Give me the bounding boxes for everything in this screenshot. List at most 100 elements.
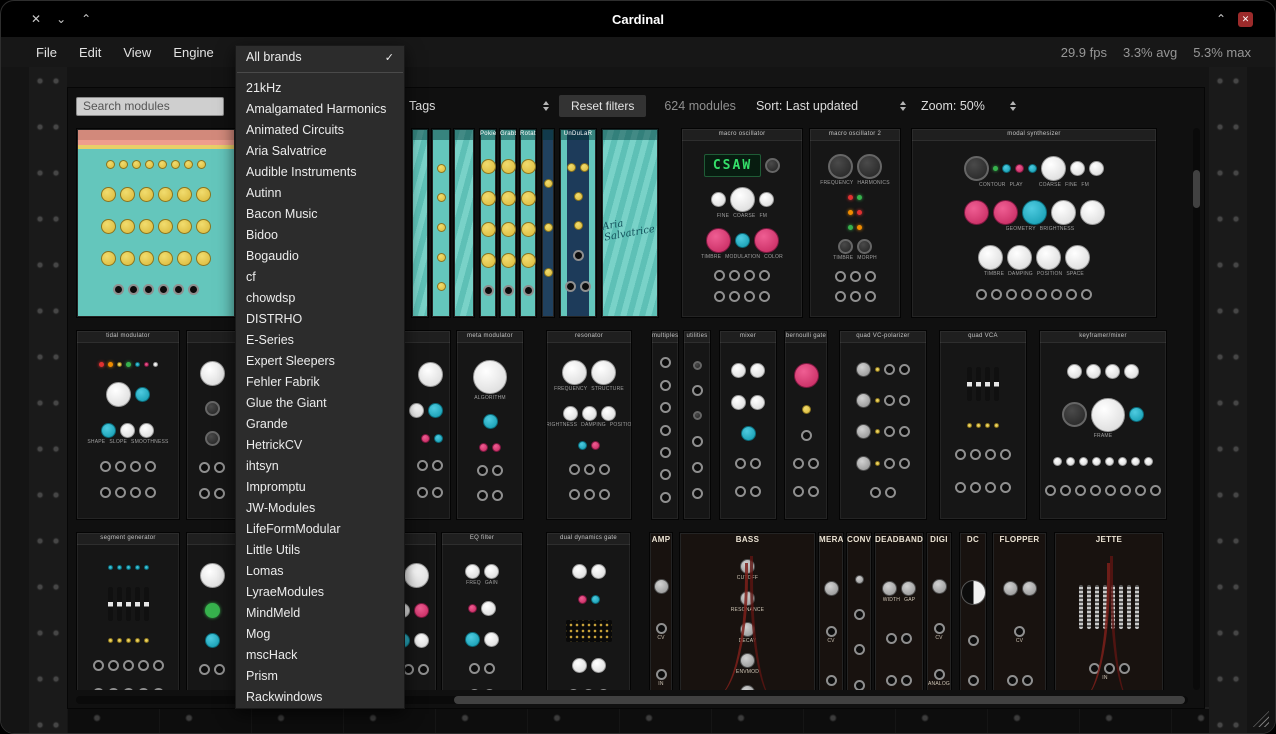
module-segment-generator[interactable]: segment generator (76, 532, 180, 690)
brand-menu-item-jw-modules[interactable]: JW-Modules (236, 497, 404, 518)
brand-menu-item-cf[interactable]: cf (236, 266, 404, 287)
brand-menu-item-hetrickcv[interactable]: HetrickCV (236, 434, 404, 455)
brand-menu-item-lifeformmodular[interactable]: LifeFormModular (236, 518, 404, 539)
led-icon (135, 362, 140, 367)
brand-menu-item-animated-circuits[interactable]: Animated Circuits (236, 119, 404, 140)
updown-arrows-icon (543, 101, 549, 111)
brand-menu-item-all-brands[interactable]: All brands✓ (236, 46, 404, 68)
module-dual-dynamics-gate[interactable]: dual dynamics gate (546, 532, 631, 690)
brand-label: Expert Sleepers (246, 354, 335, 368)
module-amp[interactable]: AMPCVIN (649, 532, 673, 690)
brand-menu-item-lyraemodules[interactable]: LyraeModules (236, 581, 404, 602)
brand-menu-item-little-utils[interactable]: Little Utils (236, 539, 404, 560)
module-keyframer-mixer[interactable]: keyframer/mixerFRAME (1039, 330, 1167, 520)
module-modal-synthesizer[interactable]: modal synthesizerCONTOURPLAYCOARSEFINEFM… (911, 128, 1157, 318)
sort-select[interactable]: Sort: Last updated (756, 99, 906, 113)
module-conv[interactable]: CONV (846, 532, 872, 690)
module-panel[interactable] (76, 128, 236, 318)
brand-menu-item-fehler-fabrik[interactable]: Fehler Fabrik (236, 371, 404, 392)
brand-menu-item-prism[interactable]: Prism (236, 665, 404, 686)
module-panel[interactable] (186, 330, 238, 520)
module-utilities[interactable]: utilities (683, 330, 711, 520)
knob-icon (158, 219, 173, 234)
module-mixer[interactable]: mixer (719, 330, 777, 520)
port-icon (850, 271, 861, 282)
knob-icon (205, 401, 220, 416)
module-tidal-modulator[interactable]: tidal modulatorSHAPESLOPESMOOTHNESS (76, 330, 180, 520)
menu-engine[interactable]: Engine (164, 41, 222, 64)
port-icon (976, 289, 987, 300)
module-flopper[interactable]: FLOPPERCV (992, 532, 1047, 690)
vertical-scrollbar-thumb[interactable] (1193, 170, 1200, 208)
module-jette[interactable]: JETTEIN (1054, 532, 1164, 690)
brand-menu-item-e-series[interactable]: E-Series (236, 329, 404, 350)
brand-menu-item-glue-the-giant[interactable]: Glue the Giant (236, 392, 404, 413)
close-window-icon[interactable]: ✕ (31, 12, 41, 26)
module-dc[interactable]: DC (959, 532, 987, 690)
port-icon (750, 458, 761, 469)
vertical-scrollbar[interactable] (1193, 128, 1200, 690)
module-bass[interactable]: BASSCUTOFFRESONANCEDECAYENVMODACCENT (679, 532, 816, 690)
menu-file[interactable]: File (27, 41, 66, 64)
knob-icon (574, 221, 583, 230)
module-panel[interactable]: Aria Salvatrice (601, 128, 659, 318)
brand-menu-item-21khz[interactable]: 21kHz (236, 77, 404, 98)
module-deadband[interactable]: DEADBANDWIDTHGAP (874, 532, 924, 690)
tags-select[interactable]: Tags (409, 99, 549, 113)
menu-edit[interactable]: Edit (70, 41, 110, 64)
brand-label: DISTRHO (246, 312, 302, 326)
search-input[interactable] (76, 97, 224, 116)
horizontal-scrollbar-thumb[interactable] (454, 696, 1185, 704)
brand-menu-item-aria-salvatrice[interactable]: Aria Salvatrice (236, 140, 404, 161)
module-macro-oscillator-2[interactable]: macro oscillator 2FREQUENCYHARMONICSTIMB… (809, 128, 901, 318)
brand-menu-item-chowdsp[interactable]: chowdsp (236, 287, 404, 308)
reset-filters-button[interactable]: Reset filters (559, 95, 646, 117)
module-digi[interactable]: DIGICVANALOG (926, 532, 952, 690)
module-macro-oscillator[interactable]: macro oscillatorCSAWFINECOARSEFMTIMBREMO… (681, 128, 803, 318)
brand-menu-item-bidoo[interactable]: Bidoo (236, 224, 404, 245)
module-pokies[interactable]: Pokies (479, 128, 497, 318)
module-bernoulli-gate[interactable]: bernoulli gate (784, 330, 828, 520)
module-quad-vca[interactable]: quad VCA (939, 330, 1027, 520)
brand-menu-item-mog[interactable]: Mog (236, 623, 404, 644)
module-panel[interactable] (453, 128, 475, 318)
maximize-window-icon[interactable]: ⌃ (81, 12, 91, 26)
module-grabby[interactable]: Grabby (499, 128, 517, 318)
brand-menu-item-rackwindows[interactable]: Rackwindows (236, 686, 404, 707)
knob-icon (501, 159, 516, 174)
module-panel[interactable] (431, 128, 451, 318)
brand-menu-item-audible-instruments[interactable]: Audible Instruments (236, 161, 404, 182)
zoom-select[interactable]: Zoom: 50% (921, 99, 1016, 113)
panel-toggle-icon[interactable]: ⌃ (1216, 12, 1226, 26)
brand-menu-item-impromptu[interactable]: Impromptu (236, 476, 404, 497)
brand-menu-item-mschack[interactable]: mscHack (236, 644, 404, 665)
module-rotatoes[interactable]: Rotatoes (519, 128, 537, 318)
module-panel[interactable] (186, 532, 238, 690)
knob-icon (414, 633, 429, 648)
brand-menu-item-autinn[interactable]: Autinn (236, 182, 404, 203)
brand-menu-item-distrho[interactable]: DISTRHO (236, 308, 404, 329)
module-panel[interactable] (541, 128, 555, 318)
brand-menu-item-ihtsyn[interactable]: ihtsyn (236, 455, 404, 476)
module-eq-filter[interactable]: EQ filterFREQGAIN (441, 532, 523, 690)
brand-menu-item-amalgamated-harmonics[interactable]: Amalgamated Harmonics (236, 98, 404, 119)
menu-view[interactable]: View (114, 41, 160, 64)
module-panel: CVANALOG (927, 547, 951, 690)
brand-menu-item-bacon-music[interactable]: Bacon Music (236, 203, 404, 224)
module-panel (847, 547, 871, 690)
knob-icon (740, 559, 755, 574)
brand-menu-item-grande[interactable]: Grande (236, 413, 404, 434)
module-undular[interactable]: UnDuLaR (559, 128, 597, 318)
module-meta-modulator[interactable]: meta modulatorALGORITHM (456, 330, 524, 520)
brand-menu-item-lomas[interactable]: Lomas (236, 560, 404, 581)
module-mera[interactable]: MERACV (818, 532, 844, 690)
minimize-window-icon[interactable]: ⌄ (56, 12, 66, 26)
app-logo-icon[interactable]: ✕ (1238, 12, 1253, 27)
brand-menu-item-bogaudio[interactable]: Bogaudio (236, 245, 404, 266)
module-multiples[interactable]: multiples (651, 330, 679, 520)
module-quad-vc-polarizer[interactable]: quad VC-polarizer (839, 330, 927, 520)
brand-menu-item-expert-sleepers[interactable]: Expert Sleepers (236, 350, 404, 371)
module-resonator[interactable]: resonatorFREQUENCYSTRUCTUREBRIGHTNESSDAM… (546, 330, 632, 520)
brand-menu-item-mindmeld[interactable]: MindMeld (236, 602, 404, 623)
module-panel[interactable] (411, 128, 429, 318)
